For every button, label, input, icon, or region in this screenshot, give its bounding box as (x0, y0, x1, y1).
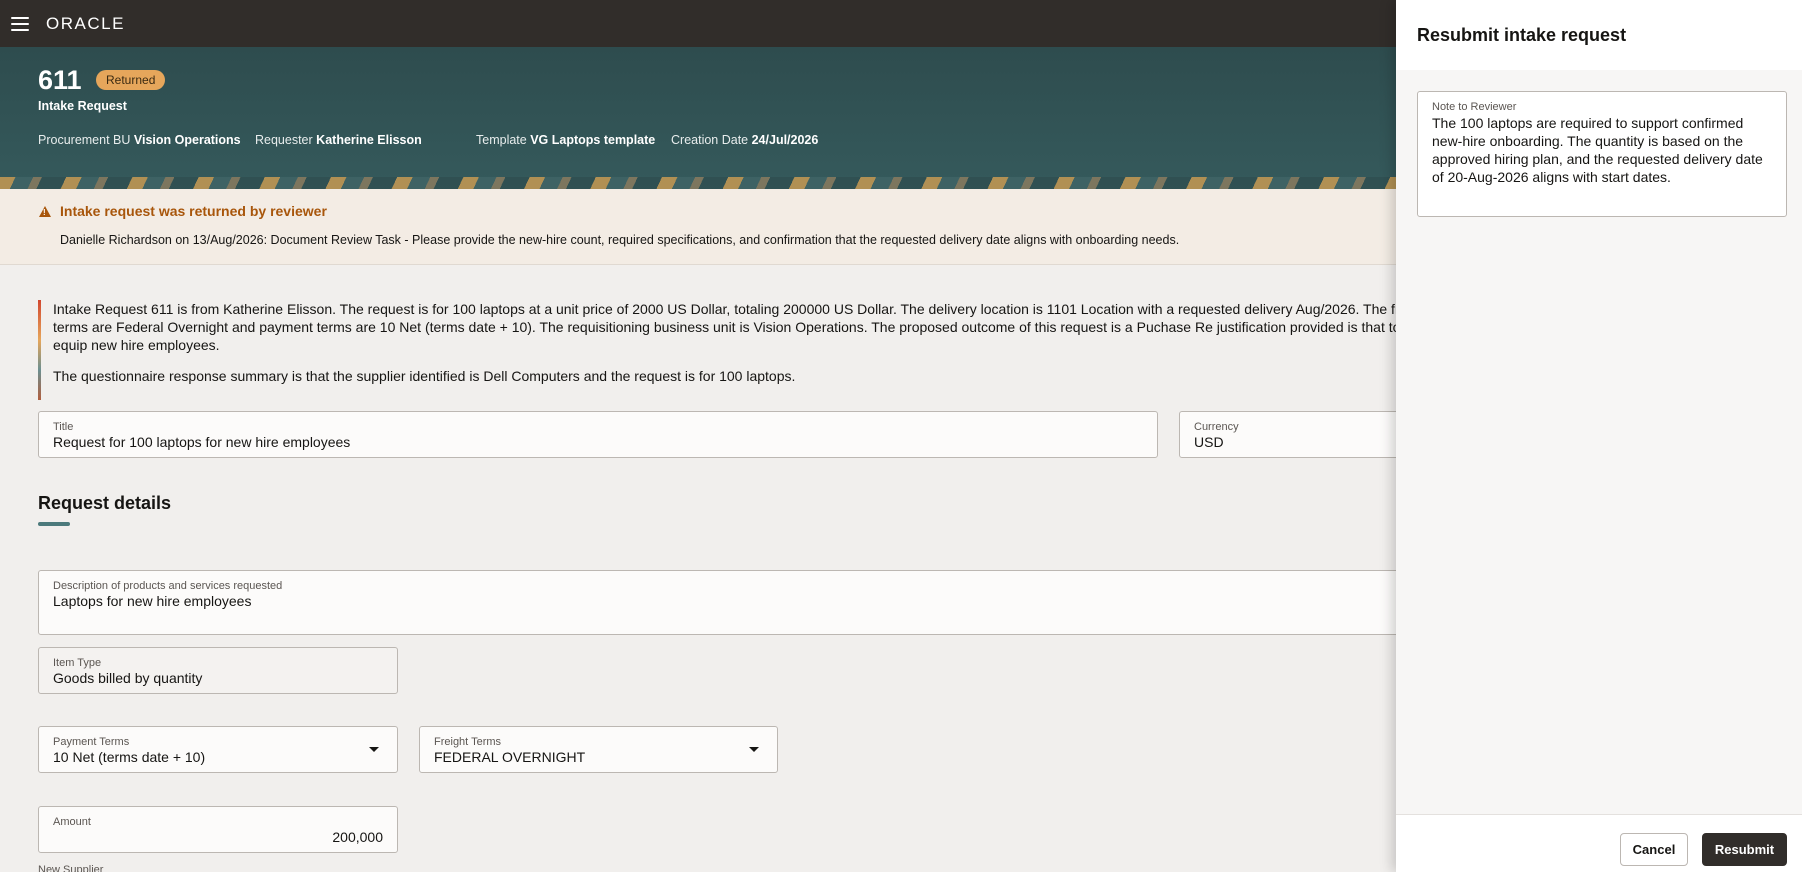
meta-value: 24/Jul/2026 (751, 133, 819, 147)
warning-icon (39, 206, 51, 217)
field-label: Freight Terms (434, 736, 502, 748)
request-header: 611 Returned Intake Request Procurement … (0, 47, 1396, 189)
meta-label: Creation Date (671, 133, 749, 147)
freight-terms-value[interactable]: FEDERAL OVERNIGHT (434, 749, 585, 765)
payment-terms-value[interactable]: 10 Net (terms date + 10) (53, 749, 205, 765)
currency-field[interactable]: Currency USD (1179, 411, 1419, 458)
item-type-field: Item Type Goods billed by quantity (38, 647, 398, 694)
drawer-header: Resubmit intake request (1396, 0, 1802, 70)
amount-input[interactable]: 200,000 (332, 829, 383, 845)
menu-icon[interactable] (11, 16, 29, 31)
meta-label: Template (476, 133, 527, 147)
currency-value[interactable]: USD (1194, 434, 1224, 450)
request-type: Intake Request (38, 99, 127, 113)
summary-paragraph: The questionnaire response summary is th… (53, 368, 796, 384)
item-type-value: Goods billed by quantity (53, 670, 203, 686)
field-label: Amount (53, 816, 91, 828)
drawer-footer: Cancel Resubmit (1396, 814, 1802, 872)
chevron-down-icon[interactable] (749, 747, 759, 752)
payment-terms-select[interactable]: Payment Terms 10 Net (terms date + 10) (38, 726, 398, 773)
header-pattern (0, 177, 1396, 189)
request-summary: Intake Request 611 is from Katherine Eli… (38, 300, 1396, 400)
meta-value: VG Laptops template (530, 133, 656, 147)
warning-title: Intake request was returned by reviewer (60, 203, 327, 219)
summary-paragraph: Intake Request 611 is from Katherine Eli… (53, 301, 1396, 353)
field-label: Currency (1194, 421, 1239, 433)
warning-message: Danielle Richardson on 13/Aug/2026: Docu… (60, 233, 1180, 247)
field-label: Note to Reviewer (1432, 101, 1517, 113)
title-field[interactable]: Title Request for 100 laptops for new hi… (38, 411, 1158, 458)
title-input[interactable]: Request for 100 laptops for new hire emp… (53, 434, 350, 450)
freight-terms-select[interactable]: Freight Terms FEDERAL OVERNIGHT (419, 726, 778, 773)
meta-value: Vision Operations (133, 133, 241, 147)
meta-template: Template VG Laptops template (476, 133, 655, 147)
meta-procurement-bu: Procurement BU Vision Operations (38, 133, 241, 147)
meta-creation-date: Creation Date 24/Jul/2026 (671, 133, 818, 147)
cancel-button[interactable]: Cancel (1620, 833, 1688, 866)
meta-label: Procurement BU (38, 133, 131, 147)
meta-requester: Requester Katherine Elisson (255, 133, 422, 147)
summary-accent-bar (38, 300, 41, 400)
section-underline (38, 522, 70, 526)
description-input[interactable]: Laptops for new hire employees (53, 593, 251, 609)
field-label: Payment Terms (53, 736, 130, 748)
amount-field[interactable]: Amount 200,000 (38, 806, 398, 853)
oracle-logo: ORACLE (46, 13, 125, 33)
description-field[interactable]: Description of products and services req… (38, 570, 1418, 635)
request-number: 611 (38, 65, 82, 95)
resubmit-drawer: Resubmit intake request Note to Reviewer… (1396, 0, 1802, 872)
field-label: Title (53, 421, 74, 433)
note-to-reviewer-field[interactable]: Note to Reviewer The 100 laptops are req… (1417, 91, 1787, 217)
field-label: Item Type (53, 657, 102, 669)
new-supplier-label: New Supplier (38, 864, 104, 872)
status-badge: Returned (96, 70, 166, 90)
chevron-down-icon[interactable] (369, 747, 379, 752)
section-title-request-details: Request details (38, 493, 172, 513)
meta-value: Katherine Elisson (316, 133, 422, 147)
returned-warning-banner: Intake request was returned by reviewer … (0, 189, 1396, 265)
meta-label: Requester (255, 133, 313, 147)
resubmit-button[interactable]: Resubmit (1702, 833, 1787, 866)
note-to-reviewer-textarea[interactable]: The 100 laptops are required to support … (1432, 114, 1777, 186)
drawer-title: Resubmit intake request (1417, 25, 1627, 45)
field-label: Description of products and services req… (53, 580, 283, 592)
